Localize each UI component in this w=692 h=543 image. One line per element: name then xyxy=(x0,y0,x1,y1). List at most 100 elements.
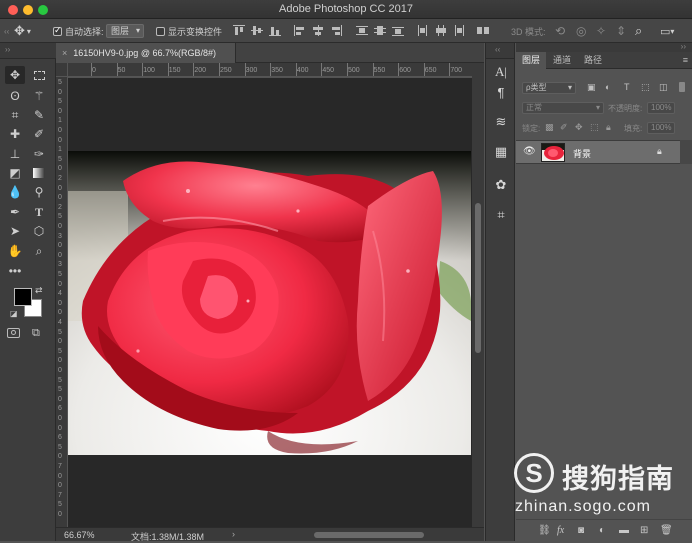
stamp-tool[interactable]: ⊥ xyxy=(5,145,25,163)
opacity-field[interactable]: 100% xyxy=(647,102,675,114)
collapse-icon[interactable]: ‹‹ xyxy=(495,45,500,54)
blur-tool[interactable]: 💧 xyxy=(5,183,25,201)
tab-layers[interactable]: 图层 xyxy=(516,52,546,69)
align-left-icon[interactable] xyxy=(294,25,306,36)
move-tool[interactable]: ✥ xyxy=(5,66,25,84)
distribute-left-icon[interactable] xyxy=(417,25,429,36)
filter-smart-icon[interactable]: ◫ xyxy=(659,82,668,93)
show-transform-checkbox[interactable]: 显示变换控件 xyxy=(156,24,222,38)
eyedropper-tool[interactable]: ✎ xyxy=(29,106,49,124)
status-menu-arrow[interactable]: › xyxy=(232,529,235,539)
distribute-top-icon[interactable] xyxy=(356,25,368,36)
lock-position-icon[interactable]: ✥ xyxy=(575,122,583,133)
align-top-icon[interactable] xyxy=(233,25,245,36)
search-icon[interactable]: ⌕ xyxy=(635,23,642,38)
properties-panel-icon[interactable]: ▦ xyxy=(491,143,511,161)
align-hcenter-icon[interactable] xyxy=(312,25,324,36)
collapse-icon[interactable]: ›› xyxy=(681,42,686,51)
hand-tool[interactable]: ✋ xyxy=(5,242,25,260)
panel-menu-icon[interactable]: ≡ xyxy=(683,55,688,65)
crop-panel-icon[interactable]: ⌗ xyxy=(491,206,511,224)
zoom-tool[interactable]: ⌕ xyxy=(29,242,49,260)
marquee-tool[interactable] xyxy=(29,66,49,84)
history-brush-tool[interactable]: ✑ xyxy=(29,145,49,163)
move-tool-preset[interactable]: ✥ ▾ xyxy=(14,23,31,38)
lock-transparent-icon[interactable]: ▩ xyxy=(545,122,554,133)
lock-pixels-icon[interactable]: ✐ xyxy=(560,122,568,133)
link-icon[interactable]: ⛓ xyxy=(538,525,551,536)
collapse-icon[interactable]: ›› xyxy=(5,45,10,54)
layer-name[interactable]: 背景 xyxy=(573,147,591,160)
lock-artboard-icon[interactable]: ⬚ xyxy=(590,122,599,133)
adjustment-icon[interactable]: ◐ xyxy=(599,525,605,536)
path-select-tool[interactable]: ➤ xyxy=(5,222,25,240)
blend-mode-dropdown[interactable]: 正常 ▾ xyxy=(522,102,604,114)
brush-icon: ✐ xyxy=(33,127,45,141)
horizontal-scroll-thumb[interactable] xyxy=(314,532,424,538)
tab-paths[interactable]: 路径 xyxy=(578,52,608,69)
shape-tool[interactable]: ⬡ xyxy=(29,222,49,240)
distribute-vcenter-icon[interactable] xyxy=(374,25,386,36)
crop-tool[interactable]: ⌗ xyxy=(5,106,25,124)
filter-pixel-icon[interactable]: ▣ xyxy=(587,82,596,93)
dodge-tool[interactable]: ⚲ xyxy=(29,183,49,201)
3d-roll-icon[interactable]: ◎ xyxy=(576,24,586,38)
lasso-tool[interactable]: ʘ xyxy=(5,87,25,105)
default-colors-icon[interactable]: ◪ xyxy=(10,309,18,318)
panel-collapse-icon[interactable]: ‹‹ xyxy=(4,24,12,38)
align-bottom-icon[interactable] xyxy=(269,25,281,36)
auto-align-icon[interactable] xyxy=(477,25,489,36)
align-vcenter-icon[interactable] xyxy=(251,25,263,36)
filter-shape-icon[interactable]: ⬚ xyxy=(641,82,650,93)
document-canvas[interactable] xyxy=(68,151,471,455)
paragraph-panel-icon[interactable]: ¶ xyxy=(491,83,511,101)
type-tool[interactable]: T xyxy=(29,203,49,221)
ruler-origin[interactable] xyxy=(56,63,68,77)
eraser-tool[interactable]: ◩ xyxy=(5,164,25,182)
workspace-switcher-icon[interactable]: ▭ ▾ xyxy=(660,24,674,38)
layers-scrollbar[interactable] xyxy=(680,140,692,164)
filter-type-dropdown[interactable]: ρ类型 ▾ xyxy=(522,82,576,94)
vertical-scrollbar[interactable] xyxy=(472,63,484,527)
fill-field[interactable]: 100% xyxy=(647,122,675,134)
more-tools[interactable]: ••• xyxy=(5,262,25,280)
screen-mode-icon[interactable]: ⧉ xyxy=(32,327,40,340)
auto-select-checkbox[interactable]: 自动选择: xyxy=(53,24,104,38)
filter-toggle-icon[interactable] xyxy=(679,82,685,92)
distribute-right-icon[interactable] xyxy=(453,25,465,36)
3d-drag-icon[interactable]: ✧ xyxy=(596,24,606,38)
zoom-level[interactable]: 66.67% xyxy=(64,530,95,540)
ruler-tick xyxy=(116,63,118,76)
filter-type-icon[interactable]: T xyxy=(624,82,630,92)
filter-adjustment-icon[interactable]: ◐ xyxy=(605,82,610,92)
tab-channels[interactable]: 通道 xyxy=(547,52,577,69)
healing-tool[interactable]: ✚ xyxy=(5,125,25,143)
trash-icon[interactable]: 🗑︎ xyxy=(660,525,673,536)
3d-slide-icon[interactable]: ⇕ xyxy=(616,24,626,38)
layer-row[interactable]: 👁︎ 背景 🔒︎ xyxy=(516,140,680,164)
foreground-color-swatch[interactable] xyxy=(14,288,32,306)
distribute-hcenter-icon[interactable] xyxy=(435,25,447,36)
align-right-icon[interactable] xyxy=(330,25,342,36)
distribute-bottom-icon[interactable] xyxy=(392,25,404,36)
gradient-tool[interactable] xyxy=(29,164,49,182)
libraries-panel-icon[interactable]: ✿ xyxy=(491,176,511,194)
auto-select-dropdown[interactable]: 图层 xyxy=(106,24,145,38)
quick-mask-icon[interactable] xyxy=(7,328,20,338)
eye-icon[interactable]: 👁︎ xyxy=(523,146,536,157)
character-panel-icon[interactable]: A| xyxy=(491,63,511,81)
vertical-scroll-thumb[interactable] xyxy=(475,203,481,353)
magic-wand-tool[interactable]: ⚚ xyxy=(29,87,49,105)
lock-all-icon[interactable]: 🔒︎ xyxy=(606,122,611,133)
pen-tool[interactable]: ✒ xyxy=(5,203,25,221)
close-tab-icon[interactable]: × xyxy=(62,48,67,58)
fx-icon[interactable]: fx xyxy=(557,525,564,536)
group-icon[interactable]: ▬ xyxy=(619,525,629,536)
swap-colors-icon[interactable]: ⇄ xyxy=(35,285,43,296)
brush-tool[interactable]: ✐ xyxy=(29,125,49,143)
document-tab[interactable]: × 16150HV9-0.jpg @ 66.7%(RGB/8#) xyxy=(56,43,236,63)
new-layer-icon[interactable]: ⊞ xyxy=(640,525,648,536)
layers-panel-icon[interactable]: ≋ xyxy=(491,113,511,131)
3d-orbit-icon[interactable]: ⟲ xyxy=(555,24,565,38)
mask-icon[interactable]: ◙ xyxy=(578,525,584,536)
